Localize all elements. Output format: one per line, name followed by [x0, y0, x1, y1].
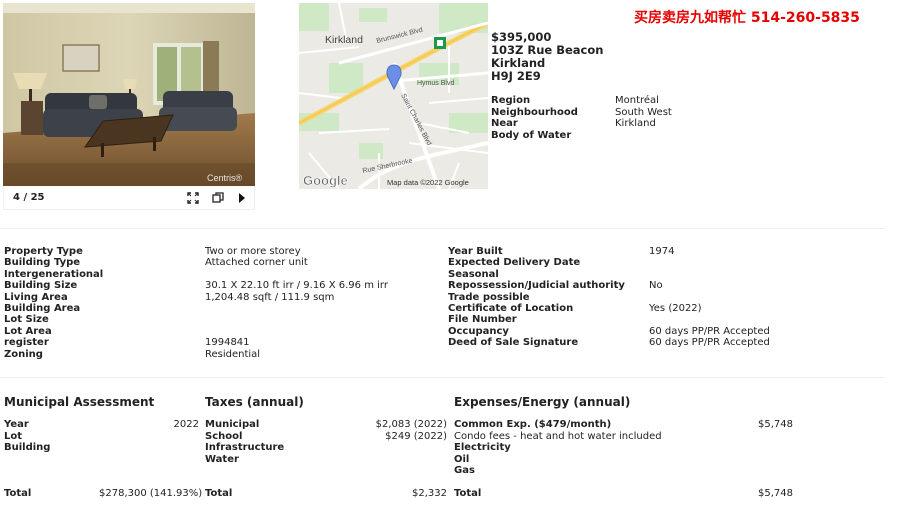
detail-label: Lot Size — [4, 314, 49, 326]
detail-label: Intergenerational — [4, 268, 104, 280]
expenses-total-value: $5,748 — [758, 488, 793, 499]
detail-value: Residential — [205, 348, 261, 360]
municipal-assessment: Year 2022 Lot Building — [4, 419, 199, 454]
condo-fees-note: Condo fees - heat and hot water included — [454, 430, 662, 442]
detail-label: Living Area — [4, 291, 68, 303]
centris-watermark: Centris® — [207, 173, 243, 183]
photo-counter: 4 / 25 — [13, 192, 45, 203]
detail-value: 30.1 X 22.10 ft irr / 9.16 X 6.96 m irr — [205, 280, 388, 292]
detail-label: Building Size — [4, 280, 78, 292]
common-expenses-value: $5,748 — [758, 419, 793, 430]
location-row: Neighbourhood South West — [491, 107, 672, 119]
energy-label: Oil — [454, 453, 470, 465]
map-image: Kirkland Brunswick Blvd Hymus Blvd Saint… — [299, 3, 488, 189]
tax-label: Water — [205, 453, 239, 465]
location-value: South West — [615, 106, 672, 118]
detail-label: Seasonal — [448, 268, 499, 280]
location-label: Neighbourhood — [491, 106, 578, 118]
total-label: Total — [454, 488, 482, 499]
detail-value: 1994841 — [205, 337, 250, 349]
detail-label: Certificate of Location — [448, 302, 574, 314]
listing-photo[interactable]: Centris® — [3, 3, 255, 186]
detail-label: Trade possible — [448, 291, 530, 303]
energy-label: Electricity — [454, 442, 511, 453]
location-map[interactable]: Kirkland Brunswick Blvd Hymus Blvd Saint… — [299, 3, 488, 189]
total-label: Total — [4, 488, 32, 499]
municipal-total-value: $278,300 (141.93%) — [99, 488, 203, 499]
detail-label: Expected Delivery Date — [448, 257, 581, 269]
detail-label: register — [4, 337, 49, 349]
taxes-heading: Taxes (annual) — [205, 395, 304, 409]
detail-value: Attached corner unit — [205, 257, 308, 269]
location-row: Near Kirkland — [491, 118, 672, 130]
google-logo: Google — [303, 173, 348, 188]
fullscreen-icon[interactable] — [185, 190, 201, 206]
energy-label: Gas — [454, 465, 475, 476]
tax-value — [325, 442, 447, 454]
total-label: Total — [205, 488, 233, 499]
location-value: Montréal — [615, 95, 659, 106]
tax-label: School — [205, 430, 243, 442]
divider — [0, 377, 885, 378]
tax-value: $249 (2022) — [385, 430, 447, 442]
detail-value: 1,204.48 sqft / 111.9 sqm — [205, 291, 335, 303]
living-room-image: Centris® — [3, 3, 255, 186]
assessment-label: Building — [4, 442, 51, 453]
common-expenses-label: Common Exp. ($479/month) — [454, 419, 612, 430]
detail-value: No — [649, 280, 663, 292]
tax-value: $2,083 (2022) — [375, 419, 447, 430]
municipal-total: Total $278,300 (141.93%) — [4, 488, 203, 500]
detail-value: 1974 — [649, 246, 675, 257]
location-info: Region Montréal Neighbourhood South West N… — [491, 95, 672, 141]
detail-label: File Number — [448, 314, 517, 326]
tax-label: Infrastructure — [205, 442, 285, 453]
location-row: Body of Water — [491, 130, 672, 142]
detail-label: Occupancy — [448, 325, 509, 337]
promo-text: 买房卖房九如帮忙 514-260-5835 — [634, 10, 860, 26]
listing-summary: $395,000 103Z Rue Beacon Kirkland H9J 2E… — [491, 31, 603, 83]
tax-label: Municipal — [205, 419, 260, 430]
map-attribution: Map data ©2022 Google — [387, 178, 469, 187]
taxes-total-value: $2,332 — [412, 488, 447, 499]
property-details-right: Year Built 1974 Expected Delivery Date Se… — [448, 246, 770, 349]
property-details-left: Property Type Two or more storey Building… — [4, 246, 388, 360]
gallery-thumbnails-icon[interactable] — [210, 190, 226, 206]
map-label-hymus: Hymus Blvd — [417, 80, 454, 87]
next-photo-icon[interactable] — [234, 190, 250, 206]
assessment-value — [104, 442, 199, 454]
expenses-heading: Expenses/Energy (annual) — [454, 395, 631, 409]
detail-label: Repossession/Judicial authority — [448, 280, 625, 292]
municipal-assessment-heading: Municipal Assessment — [4, 395, 155, 409]
detail-label: Zoning — [4, 348, 43, 360]
detail-value: Yes (2022) — [649, 302, 702, 314]
taxes-total: Total $2,332 — [205, 488, 447, 500]
location-label: Body of Water — [491, 129, 572, 141]
detail-label: Year Built — [448, 246, 503, 257]
location-label: Region — [491, 95, 531, 106]
taxes-table: Municipal $2,083 (2022) School $249 (2022)… — [205, 419, 447, 465]
expenses-total: Total $5,748 — [454, 488, 793, 500]
assessment-label: Year — [4, 419, 29, 430]
divider — [0, 228, 885, 229]
assessment-value: 2022 — [173, 419, 199, 430]
location-value: Kirkland — [615, 118, 656, 129]
gallery-controls: 4 / 25 — [3, 186, 255, 210]
tax-value — [325, 454, 447, 466]
detail-label: Building Area — [4, 302, 81, 314]
detail-value: Two or more storey — [205, 246, 301, 257]
detail-value: 60 days PP/PR Accepted — [649, 337, 770, 349]
assessment-label: Lot — [4, 430, 23, 442]
detail-label: Deed of Sale Signature — [448, 337, 579, 349]
detail-label: Property Type — [4, 246, 83, 257]
location-row: Region Montréal — [491, 95, 672, 107]
assessment-value — [104, 431, 199, 443]
detail-value: 60 days PP/PR Accepted — [649, 325, 770, 337]
expenses-table: Common Exp. ($479/month) $5,748 Condo fee… — [454, 419, 793, 477]
listing-postal-code: H9J 2E9 — [491, 69, 541, 83]
map-label-kirkland: Kirkland — [325, 34, 363, 46]
location-label: Near — [491, 118, 518, 129]
detail-label: Lot Area — [4, 325, 52, 337]
detail-label: Building Type — [4, 257, 81, 269]
